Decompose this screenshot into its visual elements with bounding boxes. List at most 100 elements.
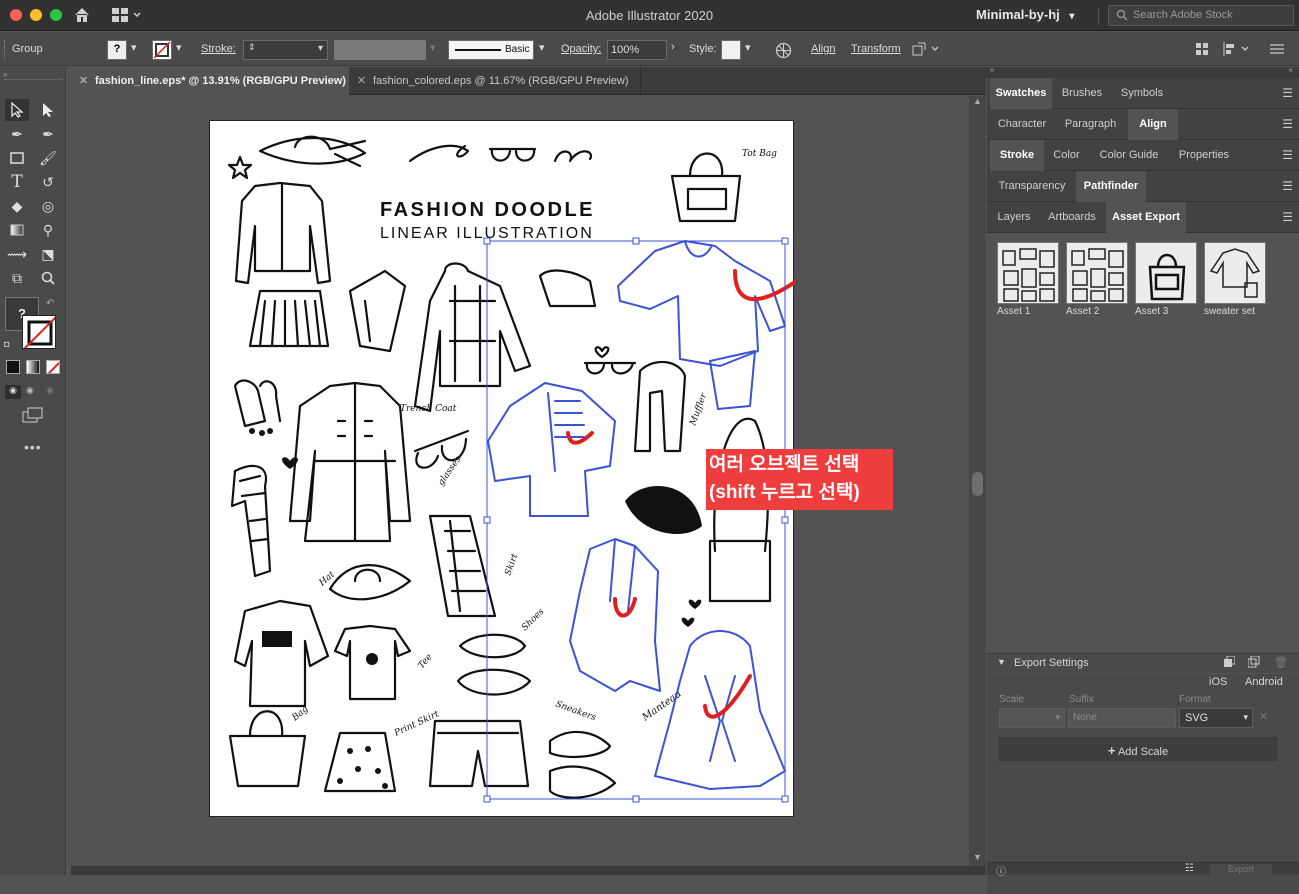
collapse-panel-icon[interactable]: «: [1289, 65, 1293, 74]
remove-scale-icon[interactable]: ✕: [1259, 710, 1268, 723]
default-colors-icon[interactable]: ◘: [4, 339, 9, 349]
scroll-down-icon[interactable]: ▼: [969, 852, 986, 862]
stroke-weight-field[interactable]: ⇕ ▾: [243, 40, 328, 60]
fill-swatch[interactable]: ?: [107, 40, 127, 60]
panel-menu-icon[interactable]: ☰: [1282, 117, 1293, 131]
scroll-up-icon[interactable]: ▲: [969, 96, 986, 106]
tab-artboards[interactable]: Artboards: [1039, 202, 1105, 233]
asset-tile[interactable]: Asset 2: [1066, 242, 1128, 317]
tab-swatches[interactable]: Swatches: [990, 78, 1052, 109]
none-mode-button[interactable]: [46, 360, 60, 374]
opacity-input[interactable]: 100%: [607, 40, 667, 60]
isolate-group-icon[interactable]: [912, 42, 940, 59]
screen-mode-icon[interactable]: [22, 407, 44, 426]
vertical-scrollbar[interactable]: ▲ ▼: [969, 96, 986, 866]
add-scale-button[interactable]: + Add Scale: [999, 737, 1277, 761]
zoom-tool-icon[interactable]: [36, 267, 60, 289]
live-paint-tool-icon[interactable]: ⬔: [36, 243, 60, 265]
selected-jacket[interactable]: [487, 382, 616, 517]
rotate-tool-icon[interactable]: ↺: [36, 171, 60, 193]
draw-behind-icon[interactable]: ◉: [26, 385, 34, 396]
eyedropper-tool-icon[interactable]: ⚲: [36, 219, 60, 241]
tab-paragraph[interactable]: Paragraph: [1054, 109, 1127, 140]
artboard-tool-icon[interactable]: ⧉: [5, 267, 29, 289]
selection-handles[interactable]: [483, 237, 789, 803]
panel-menu-icon[interactable]: ☰: [1282, 210, 1293, 224]
tab-color[interactable]: Color: [1044, 140, 1089, 171]
tab-character[interactable]: Character: [990, 109, 1054, 140]
eraser-tool-icon[interactable]: ◆: [5, 195, 29, 217]
rectangle-tool-icon[interactable]: [5, 147, 29, 169]
chevron-down-icon[interactable]: ▾: [176, 41, 182, 54]
panel-menu-icon[interactable]: ☰: [1282, 86, 1293, 100]
draw-normal-icon[interactable]: ◉: [5, 385, 21, 399]
panel-menu-icon[interactable]: ☰: [1282, 179, 1293, 193]
platform-android[interactable]: Android: [1245, 676, 1283, 688]
paintbrush-tool-icon[interactable]: 🖌: [36, 147, 60, 169]
selection-bounding-box[interactable]: [486, 240, 786, 800]
tab-pathfinder[interactable]: Pathfinder: [1076, 171, 1146, 202]
type-tool-icon[interactable]: T: [5, 171, 29, 193]
blend-tool-icon[interactable]: ⟿: [5, 243, 29, 265]
recolor-artwork-icon[interactable]: [775, 42, 792, 62]
list-view-icon[interactable]: ☷: [1185, 863, 1194, 874]
scrollbar-thumb[interactable]: [972, 472, 983, 496]
variable-width-profile[interactable]: [334, 40, 426, 60]
panel-menu-icon[interactable]: ☰: [1282, 148, 1293, 162]
tab-align[interactable]: Align: [1128, 109, 1178, 140]
tab-fashion-line[interactable]: ✕ fashion_line.eps* @ 13.91% (RGB/GPU Pr…: [71, 67, 349, 95]
scale-select[interactable]: ▾: [999, 708, 1065, 728]
gradient-tool-icon[interactable]: [5, 219, 29, 241]
gradient-mode-button[interactable]: [26, 360, 40, 374]
asset-tile[interactable]: Asset 1: [997, 242, 1059, 317]
selected-coat[interactable]: [569, 538, 661, 692]
collapse-panel-icon[interactable]: «: [3, 70, 7, 79]
format-select[interactable]: SVG ▾: [1179, 708, 1253, 728]
direct-selection-tool-icon[interactable]: [36, 99, 60, 121]
transform-link[interactable]: Transform: [851, 43, 901, 55]
workspace-switcher[interactable]: Minimal-by-hj ▾: [976, 7, 1074, 22]
arrange-icon[interactable]: [1196, 43, 1210, 58]
disclosure-triangle-icon[interactable]: ▼: [997, 657, 1006, 667]
swap-fill-stroke-icon[interactable]: ↶: [46, 298, 54, 309]
align-options-icon[interactable]: [1222, 42, 1252, 59]
pen-tool-icon[interactable]: ✒: [5, 123, 29, 145]
tab-asset-export[interactable]: Asset Export: [1106, 202, 1186, 233]
brush-definition-select[interactable]: Basic: [448, 40, 534, 60]
close-icon[interactable]: ✕: [357, 74, 366, 87]
tab-brushes[interactable]: Brushes: [1053, 78, 1111, 109]
curvature-tool-icon[interactable]: ✒: [36, 123, 60, 145]
tab-stroke[interactable]: Stroke: [990, 140, 1044, 171]
graphic-style-swatch[interactable]: [721, 40, 741, 60]
tab-color-guide[interactable]: Color Guide: [1090, 140, 1168, 171]
selected-sweater[interactable]: [617, 240, 786, 367]
warp-tool-icon[interactable]: ◎: [36, 195, 60, 217]
opacity-label[interactable]: Opacity:: [561, 43, 601, 55]
delete-asset-icon[interactable]: 🗑: [1274, 656, 1288, 669]
search-stock-input[interactable]: Search Adobe Stock: [1108, 5, 1294, 26]
asset-tile[interactable]: Asset 3: [1135, 242, 1197, 317]
more-tools-icon[interactable]: •••: [24, 439, 42, 455]
chevron-down-icon[interactable]: ▾: [131, 41, 137, 54]
close-icon[interactable]: ✕: [79, 74, 88, 87]
align-link[interactable]: Align: [811, 43, 835, 55]
export-button[interactable]: Export: [1210, 864, 1272, 876]
tab-properties[interactable]: Properties: [1169, 140, 1239, 171]
stroke-color-box[interactable]: [22, 315, 56, 349]
selected-manteau[interactable]: [654, 630, 786, 790]
tab-symbols[interactable]: Symbols: [1112, 78, 1172, 109]
menu-icon[interactable]: [1270, 43, 1284, 58]
tab-layers[interactable]: Layers: [990, 202, 1038, 233]
duplicate-asset-icon[interactable]: [1247, 655, 1260, 671]
stroke-swatch[interactable]: [152, 40, 172, 60]
tab-transparency[interactable]: Transparency: [990, 171, 1074, 202]
tab-fashion-colored[interactable]: ✕ fashion_colored.eps @ 11.67% (RGB/GPU …: [349, 67, 641, 95]
draw-inside-icon[interactable]: ◉: [46, 385, 54, 396]
selection-tool-icon[interactable]: [5, 99, 29, 121]
stroke-label[interactable]: Stroke:: [201, 43, 236, 55]
add-to-export-icon[interactable]: [1223, 655, 1236, 671]
export-settings-header[interactable]: ▼ Export Settings 🗑: [987, 653, 1299, 673]
color-mode-button[interactable]: [6, 360, 20, 374]
selected-sweater-bag[interactable]: [709, 350, 756, 410]
suffix-input[interactable]: None: [1068, 708, 1176, 728]
